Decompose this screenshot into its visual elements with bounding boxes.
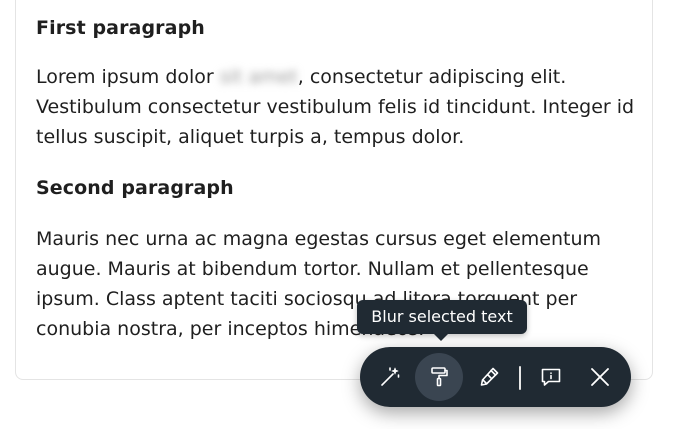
pencil-button[interactable] — [465, 353, 513, 401]
feedback-button[interactable] — [527, 353, 575, 401]
close-button[interactable] — [576, 353, 624, 401]
blur-text-button[interactable] — [415, 353, 463, 401]
paint-roller-icon — [431, 367, 448, 387]
pencil-icon — [480, 367, 499, 386]
magic-wand-icon — [381, 367, 400, 386]
tooltip: Blur selected text — [357, 300, 527, 334]
annotation-toolbar — [360, 347, 631, 407]
close-icon — [591, 368, 609, 386]
second-paragraph: Mauris nec urna ac magna egestas cursus … — [36, 228, 602, 340]
first-paragraph: Lorem ipsum dolor sit amet, consectetur … — [36, 62, 636, 152]
magic-wand-button[interactable] — [366, 353, 414, 401]
first-paragraph-text-start: Lorem ipsum dolor — [36, 66, 220, 88]
heading-first-paragraph: First paragraph — [36, 17, 205, 39]
feedback-icon — [541, 368, 561, 386]
tooltip-arrow — [433, 333, 449, 341]
heading-second-paragraph: Second paragraph — [36, 177, 234, 199]
blurred-text: sit amet — [219, 66, 298, 88]
toolbar-divider — [519, 366, 521, 390]
